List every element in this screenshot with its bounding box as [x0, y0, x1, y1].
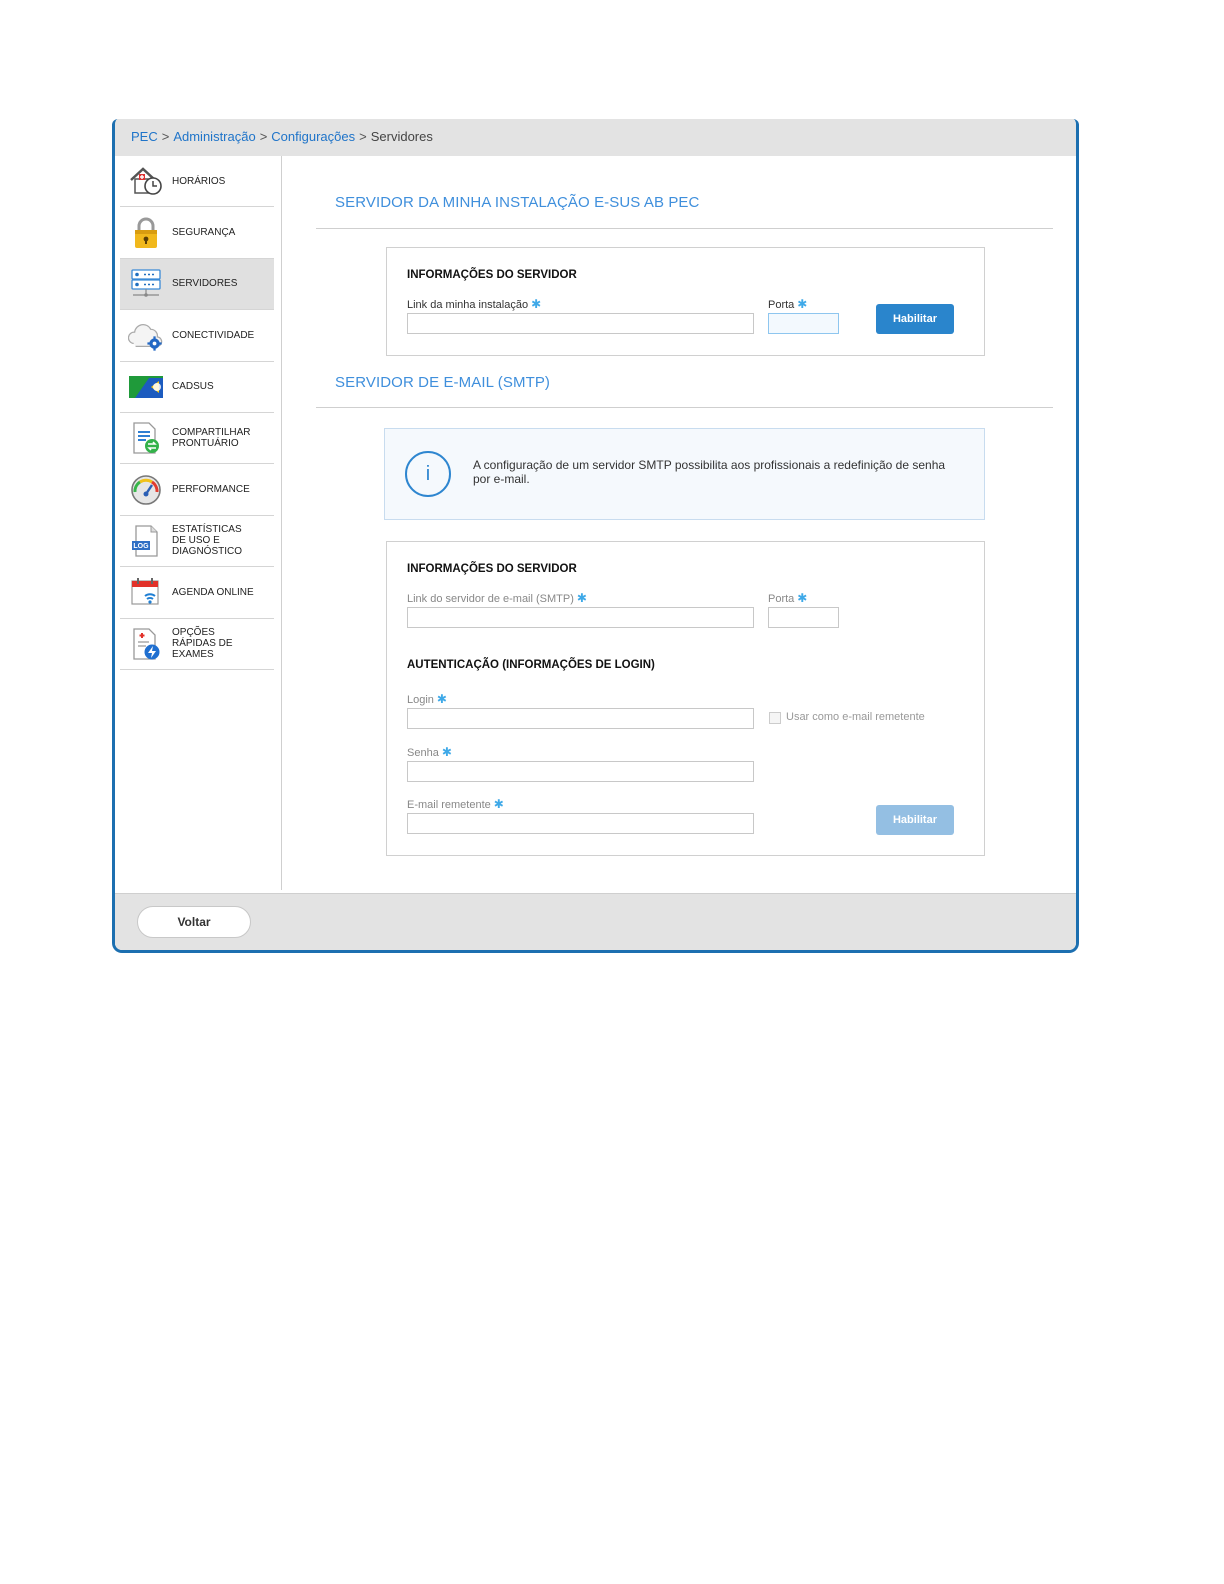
sidebar-item-cadsus[interactable]: CADSUS	[120, 362, 274, 413]
breadcrumb: PEC > Administração > Configurações > Servidor…	[115, 119, 1076, 156]
smtp-link-input[interactable]	[407, 607, 754, 628]
padlock-icon	[128, 215, 164, 251]
breadcrumb-item-pec[interactable]: PEC	[131, 129, 158, 144]
divider	[316, 228, 1053, 229]
section-title-smtp: SERVIDOR DE E-MAIL (SMTP)	[335, 374, 551, 391]
panel-title: INFORMAÇÕES DO SERVIDOR	[407, 269, 577, 281]
auth-section-title: AUTENTICAÇÃO (INFORMAÇÕES DE LOGIN)	[407, 659, 655, 671]
smtp-enable-button[interactable]: Habilitar	[876, 805, 954, 835]
footer-bar: Voltar	[115, 893, 1076, 950]
breadcrumb-item-configuracoes[interactable]: Configurações	[271, 129, 355, 144]
breadcrumb-separator: >	[359, 129, 367, 144]
use-as-sender-checkbox[interactable]	[769, 712, 781, 724]
sidebar-item-label: CADSUS	[172, 381, 214, 393]
log-file-icon: LOG	[128, 523, 164, 559]
smtp-port-label-text: Porta	[768, 593, 795, 605]
enable-button[interactable]: Habilitar	[876, 304, 954, 334]
sidebar-item-seguranca[interactable]: SEGURANÇA	[120, 207, 274, 259]
smtp-link-label-text: Link do servidor de e-mail (SMTP)	[407, 593, 574, 605]
info-text: A configuração de um servidor SMTP possi…	[473, 458, 946, 486]
breadcrumb-separator: >	[259, 129, 268, 144]
sidebar-item-label: CONECTIVIDADE	[172, 329, 255, 341]
sidebar-item-opcoes-rapidas[interactable]: OPÇÕES RÁPIDAS DE EXAMES	[120, 619, 274, 670]
calendar-wifi-icon	[128, 574, 164, 610]
divider	[316, 407, 1053, 408]
sidebar-item-conectividade[interactable]: CONECTIVIDADE	[120, 310, 274, 362]
app-window: PEC > Administração > Configurações > Servidor…	[112, 119, 1079, 953]
sidebar-item-label: SERVIDORES	[172, 278, 238, 290]
password-input[interactable]	[407, 761, 754, 782]
required-marker: ✱	[576, 591, 587, 605]
smtp-port-field-label: Porta ✱	[768, 591, 807, 605]
server-info-panel: INFORMAÇÕES DO SERVIDOR Link da minha in…	[386, 247, 985, 356]
sender-email-input[interactable]	[407, 813, 754, 834]
back-button[interactable]: Voltar	[137, 906, 251, 938]
cloud-gear-icon	[128, 317, 164, 353]
port-field-label: Porta ✱	[768, 297, 807, 311]
info-alert: i A configuração de um servidor SMTP pos…	[384, 428, 985, 520]
link-label-text: Link da minha instalação	[407, 299, 529, 311]
link-field-label: Link da minha instalação ✱	[407, 297, 541, 311]
sidebar-item-horarios[interactable]: HORÁRIOS	[120, 156, 274, 208]
use-as-sender-label[interactable]: Usar como e-mail remetente	[786, 711, 925, 723]
sender-email-label-text: E-mail remetente	[407, 799, 491, 811]
section-title-server: SERVIDOR DA MINHA INSTALAÇÃO E-SUS AB PE…	[335, 194, 700, 211]
port-label-text: Porta	[768, 299, 795, 311]
main-content: SERVIDOR DA MINHA INSTALAÇÃO E-SUS AB PE…	[282, 156, 1076, 892]
document-share-icon	[128, 420, 164, 456]
required-marker: ✱	[797, 297, 808, 311]
info-icon: i	[405, 451, 451, 497]
breadcrumb-current: Servidores	[370, 129, 433, 144]
sender-email-field-label: E-mail remetente ✱	[407, 797, 504, 811]
exam-lightning-icon	[128, 626, 164, 662]
breadcrumb-separator: >	[161, 129, 170, 144]
required-marker: ✱	[436, 692, 447, 706]
login-input[interactable]	[407, 708, 754, 729]
required-marker: ✱	[797, 591, 808, 605]
sidebar-item-label: HORÁRIOS	[172, 175, 226, 187]
breadcrumb-item-administracao[interactable]: Administração	[173, 129, 255, 144]
sidebar-item-performance[interactable]: PERFORMANCE	[120, 464, 274, 516]
smtp-port-input[interactable]	[768, 607, 839, 628]
sidebar: HORÁRIOS SEGURANÇA SERVIDORES CONECTIVID…	[120, 156, 274, 892]
gauge-icon	[128, 472, 164, 508]
password-field-label: Senha ✱	[407, 745, 452, 759]
svg-text:LOG: LOG	[133, 543, 149, 550]
smtp-link-field-label: Link do servidor de e-mail (SMTP) ✱	[407, 591, 587, 605]
house-clock-icon	[128, 163, 164, 199]
sidebar-item-label: AGENDA ONLINE	[172, 586, 254, 598]
sidebar-item-agenda-online[interactable]: AGENDA ONLINE	[120, 567, 274, 619]
sidebar-item-compartilhar-prontuario[interactable]: COMPARTILHAR PRONTUÁRIO	[120, 413, 274, 465]
sidebar-item-label: OPÇÕES RÁPIDAS DE EXAMES	[172, 627, 233, 661]
server-icon	[128, 266, 164, 302]
sidebar-item-estatisticas[interactable]: LOG ESTATÍSTICAS DE USO E DIAGNÓSTICO	[120, 516, 274, 568]
sidebar-item-servidores[interactable]: SERVIDORES	[120, 258, 274, 311]
sidebar-item-label: COMPARTILHAR PRONTUÁRIO	[172, 427, 251, 450]
login-label-text: Login	[407, 694, 434, 706]
panel-title: INFORMAÇÕES DO SERVIDOR	[407, 563, 577, 575]
smtp-info-panel: INFORMAÇÕES DO SERVIDOR Link do servidor…	[386, 541, 985, 856]
sidebar-item-label: ESTATÍSTICAS DE USO E DIAGNÓSTICO	[172, 524, 243, 558]
flag-icon	[128, 369, 164, 405]
password-label-text: Senha	[407, 747, 439, 759]
sidebar-item-label: PERFORMANCE	[172, 484, 250, 496]
required-marker: ✱	[441, 745, 452, 759]
required-marker: ✱	[531, 297, 542, 311]
required-marker: ✱	[493, 797, 504, 811]
login-field-label: Login ✱	[407, 692, 447, 706]
port-input[interactable]	[768, 313, 839, 334]
sidebar-item-label: SEGURANÇA	[172, 227, 236, 239]
link-input[interactable]	[407, 313, 754, 334]
